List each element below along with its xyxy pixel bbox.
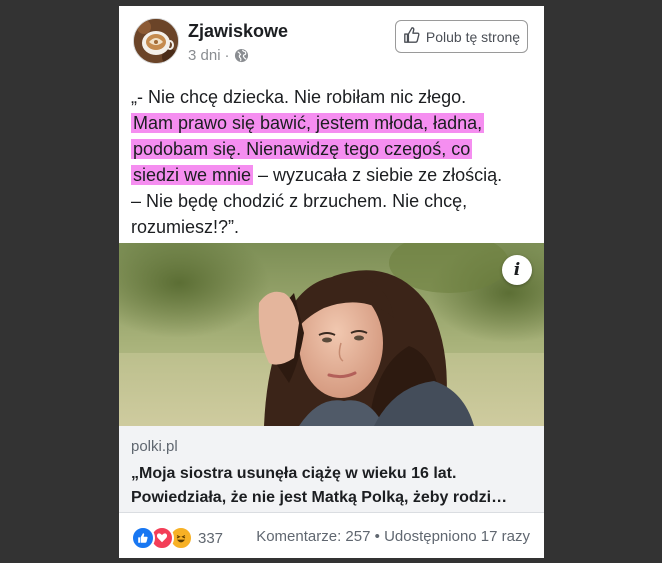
post-stats: Komentarze: 257 • Udostępniono 17 razy [256, 528, 530, 545]
link-title: „Moja siostra usunęła ciążę w wieku 16 l… [131, 462, 531, 510]
reaction-count: 337 [198, 529, 224, 547]
post-text: „- Nie chcę dziecka. Nie robiłam nic złe… [131, 84, 536, 240]
post-time[interactable]: 3 dni [188, 47, 221, 64]
highlighted-text: siedzi we mnie [131, 165, 254, 185]
meta-separator: · [224, 47, 230, 64]
highlighted-text: podobam się. Nienawidzę tego czegoś, co [131, 139, 473, 159]
globe-icon [234, 48, 249, 63]
link-domain: polki.pl [131, 438, 178, 455]
post-meta: 3 dni · [188, 47, 249, 64]
post-text-line: „- Nie chcę dziecka. Nie robiłam nic złe… [131, 87, 467, 107]
coffee-cup-image [134, 19, 178, 63]
post-text-rest: – wyzucała z siebie ze złością. [253, 165, 503, 185]
reactions-summary[interactable]: 337 [131, 526, 223, 550]
shares-count-link[interactable]: Udostępniono 17 razy [384, 528, 530, 545]
stats-separator: • [374, 528, 380, 545]
post-text-line: podobam się. Nienawidzę tego czegoś, co [131, 136, 536, 162]
page-avatar[interactable] [133, 18, 179, 64]
post-footer: 337 Komentarze: 257 • Udostępniono 17 ra… [119, 512, 544, 558]
page-name-link[interactable]: Zjawiskowe [188, 21, 288, 42]
like-page-button[interactable]: Polub tę stronę [395, 20, 528, 53]
like-reaction-icon [131, 526, 155, 550]
post-text-line: rozumiesz!?”. [131, 217, 240, 237]
post-text-line: – Nie będę chodzić z brzuchem. Nie chcę, [131, 191, 468, 211]
link-preview[interactable]: polki.pl „Moja siostra usunęła ciążę w w… [119, 426, 544, 513]
highlighted-text: Mam prawo się bawić, jestem młoda, ładna… [131, 113, 485, 133]
post-text-line: siedzi we mnie – wyzucała z siebie ze zł… [131, 162, 536, 188]
info-icon[interactable]: i [502, 255, 532, 285]
woman-photo [119, 243, 544, 426]
link-title-line: Powiedziała, że nie jest Matką Polką, że… [131, 489, 508, 506]
thumbs-up-icon [403, 26, 421, 47]
post-text-line: Mam prawo się bawić, jestem młoda, ładna… [131, 110, 536, 136]
facebook-post-card: Zjawiskowe 3 dni · Polub tę stronę „- Ni… [119, 6, 544, 558]
link-title-line: „Moja siostra usunęła ciążę w wieku 16 l… [131, 465, 457, 482]
link-preview-image[interactable]: i [119, 243, 544, 426]
comments-count-link[interactable]: Komentarze: 257 [256, 528, 370, 545]
like-page-label: Polub tę stronę [425, 28, 521, 45]
